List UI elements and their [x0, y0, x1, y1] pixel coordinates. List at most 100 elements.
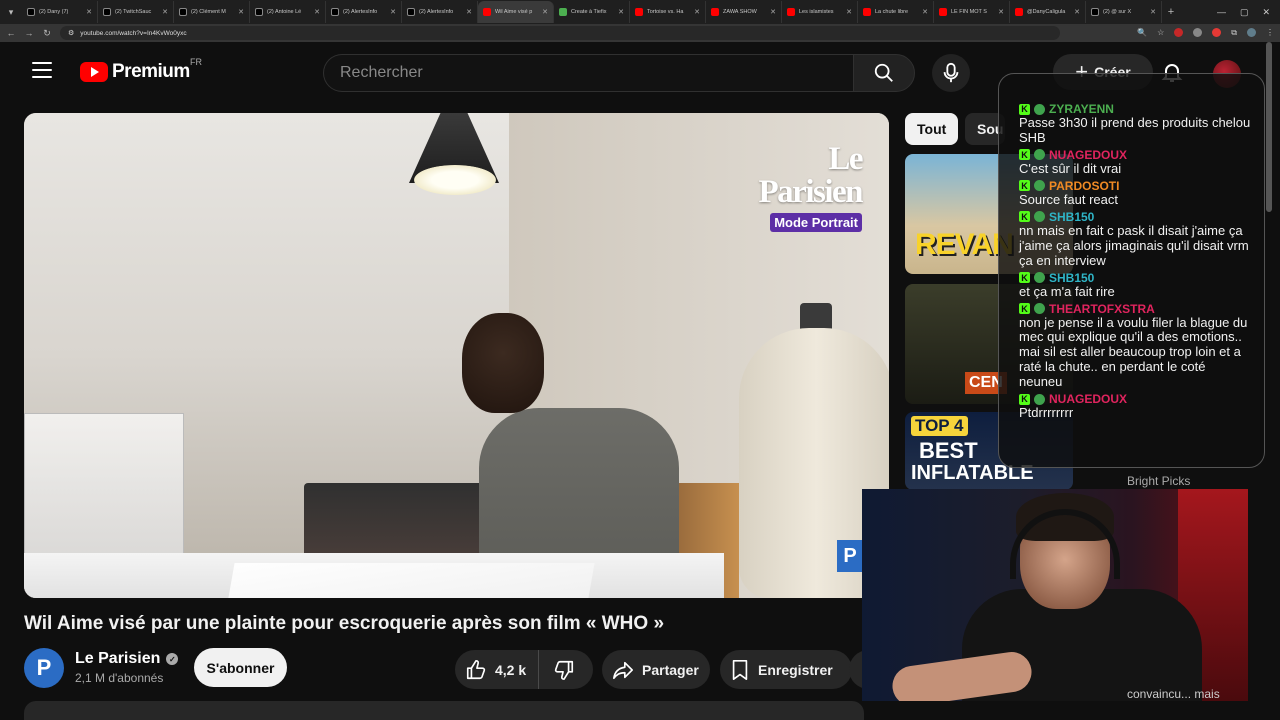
page-scrollbar[interactable]	[1266, 42, 1272, 212]
tab-close-icon[interactable]: ✕	[542, 8, 548, 16]
browser-tab[interactable]: Create à Tiefix ✕	[554, 1, 630, 23]
profile-icon[interactable]	[1247, 28, 1256, 37]
voice-search-button[interactable]	[932, 54, 970, 92]
tab-close-icon[interactable]: ✕	[86, 8, 92, 16]
back-icon[interactable]: ←	[6, 28, 16, 38]
tab-close-icon[interactable]: ✕	[390, 8, 396, 16]
dislike-button[interactable]	[539, 650, 589, 689]
tab-close-icon[interactable]: ✕	[922, 8, 928, 16]
video-player[interactable]: Le Parisien Mode Portrait	[24, 113, 889, 598]
browser-tab[interactable]: La chute libre ✕	[858, 1, 934, 23]
extension-icon-grey[interactable]	[1193, 28, 1203, 37]
bookmark-star-icon[interactable]: ☆	[1157, 28, 1164, 38]
chat-text: nn mais en fait c pask il disait j'aime …	[1019, 222, 1249, 268]
kick-badge-icon: K	[1019, 303, 1030, 314]
tab-close-icon[interactable]: ✕	[1074, 8, 1080, 16]
description-box[interactable]	[24, 701, 864, 720]
stream-chat-overlay: K ZYRAYENN Passe 3h30 il prend des produit…	[998, 73, 1265, 468]
browser-tab[interactable]: (2) AlertesInfo ✕	[326, 1, 402, 23]
tab-title: (2) Antoine Lé	[267, 9, 302, 15]
video-title: Wil Aime visé par une plainte pour escro…	[24, 613, 665, 634]
tab-close-icon[interactable]: ✕	[694, 8, 700, 16]
reload-icon[interactable]: ↻	[42, 28, 52, 39]
youtube-logo[interactable]: Premium FR	[80, 57, 202, 83]
tab-close-icon[interactable]: ✕	[998, 8, 1004, 16]
emote-badge-icon	[1034, 393, 1045, 405]
browser-tab[interactable]: Tortoise vs. Ha ✕	[630, 1, 706, 23]
tab-close-icon[interactable]: ✕	[314, 8, 320, 16]
browser-tab[interactable]: (2) Antoine Lé ✕	[250, 1, 326, 23]
browser-tab[interactable]: @DanyCaligula ✕	[1010, 1, 1086, 23]
chat-message: K SHB150 et ça m'a fait rire	[1019, 271, 1252, 300]
microphone-icon	[943, 62, 959, 83]
tab-close-icon[interactable]: ✕	[1150, 8, 1156, 16]
window-controls: — ▢ ✕	[1217, 7, 1280, 18]
minimize-icon[interactable]: —	[1217, 7, 1226, 18]
browser-tab[interactable]: Les islamistes ✕	[782, 1, 858, 23]
tab-favicon-icon	[559, 8, 567, 16]
browser-tab[interactable]: (2) AlertesInfo ✕	[402, 1, 478, 23]
tab-close-icon[interactable]: ✕	[466, 8, 472, 16]
share-label: Partager	[642, 661, 699, 678]
extensions-puzzle-icon[interactable]: ⧉	[1231, 28, 1237, 38]
chip-all[interactable]: Tout	[905, 113, 959, 145]
subscribe-button[interactable]: S'abonner	[194, 648, 287, 687]
channel-name-row[interactable]: Le Parisien ✓	[75, 650, 179, 668]
thumbnail-text: TOP 4	[911, 416, 968, 436]
browser-tab[interactable]: (2) Dany (7) ✕	[22, 1, 98, 23]
emote-badge-icon	[1034, 272, 1045, 284]
tab-close-icon[interactable]: ✕	[162, 8, 168, 16]
tab-favicon-icon	[483, 8, 491, 16]
search-button[interactable]	[853, 54, 915, 92]
channel-name[interactable]: Le Parisien	[75, 650, 160, 668]
chat-message: K NUAGEDOUX C'est sûr il dit vrai	[1019, 148, 1252, 177]
browser-menu-icon[interactable]: ⋮	[1266, 28, 1274, 38]
tab-title: ZAWA SHOW	[723, 9, 757, 15]
browser-tab[interactable]: LE FIN MOT S ✕	[934, 1, 1010, 23]
search-input[interactable]	[340, 64, 853, 82]
emote-badge-icon	[1034, 303, 1045, 314]
tab-favicon-icon	[103, 8, 111, 16]
share-icon	[613, 661, 633, 679]
chat-text: C'est sûr il dit vrai	[1019, 160, 1122, 176]
tab-title: (2) AlertesInfo	[343, 9, 378, 15]
tab-favicon-icon	[27, 8, 35, 16]
hamburger-menu-icon[interactable]	[32, 62, 52, 78]
brand-label: Premium	[112, 61, 190, 82]
tab-favicon-icon	[331, 8, 339, 16]
browser-tab[interactable]: (2) @ sur X ✕	[1086, 1, 1162, 23]
browser-tab[interactable]: Wil Aime visé p ✕	[478, 1, 554, 23]
tab-close-icon[interactable]: ✕	[238, 8, 244, 16]
browser-tab[interactable]: ZAWA SHOW ✕	[706, 1, 782, 23]
close-window-icon[interactable]: ✕	[1262, 7, 1270, 18]
tab-close-icon[interactable]: ✕	[618, 8, 624, 16]
save-button[interactable]: Enregistrer	[720, 650, 852, 689]
tab-close-icon[interactable]: ✕	[770, 8, 776, 16]
like-dislike-group: 4,2 k	[455, 650, 593, 689]
browser-tab[interactable]: (2) TwitchSauc ✕	[98, 1, 174, 23]
forward-icon[interactable]: →	[24, 28, 34, 38]
like-button[interactable]: 4,2 k	[455, 650, 540, 689]
channel-watermark: Le Parisien Mode Portrait	[754, 143, 864, 232]
new-tab-button[interactable]: +	[1162, 6, 1180, 18]
chat-user-row: K ZYRAYENN	[1019, 102, 1252, 116]
tab-search-icon[interactable]: ▾	[0, 1, 22, 23]
channel-avatar[interactable]: P	[24, 648, 64, 688]
chat-username: NUAGEDOUX	[1049, 147, 1128, 162]
chat-message: K ZYRAYENN Passe 3h30 il prend des produit…	[1019, 102, 1252, 146]
maximize-icon[interactable]: ▢	[1240, 7, 1249, 18]
url-text: youtube.com/watch?v=In4KvWo0yxc	[80, 29, 187, 37]
video-frame-lamp-bulb	[414, 165, 496, 195]
site-info-icon[interactable]: ⚙	[68, 29, 74, 37]
share-button[interactable]: Partager	[602, 650, 710, 689]
extension-icon-2[interactable]	[1212, 28, 1222, 37]
tab-title: LE FIN MOT S	[951, 9, 987, 15]
tab-favicon-icon	[863, 8, 871, 16]
tab-close-icon[interactable]: ✕	[846, 8, 852, 16]
browser-tab[interactable]: (2) Clément M ✕	[174, 1, 250, 23]
chat-user-row: K PARDOSOTI	[1019, 179, 1252, 193]
url-bar[interactable]: ⚙ youtube.com/watch?v=In4KvWo0yxc	[60, 26, 1060, 40]
zoom-icon[interactable]: 🔍	[1137, 28, 1147, 38]
chat-text: Source faut react	[1019, 191, 1118, 207]
extension-icon-red[interactable]	[1174, 28, 1184, 37]
